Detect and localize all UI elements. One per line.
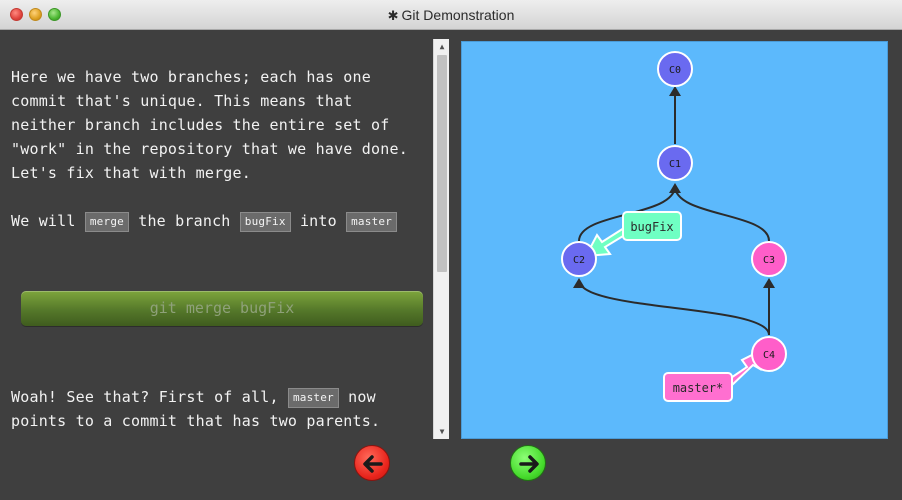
window-titlebar: ✱ Git Demonstration (0, 0, 902, 30)
master-label-text: master* (673, 381, 724, 395)
commit-c1[interactable]: C1 (657, 145, 693, 181)
arrowhead-c2 (573, 278, 585, 288)
instruction-text: We will (11, 212, 76, 230)
commit-c0-label: C0 (669, 65, 681, 76)
instructions-scrollbar[interactable]: ▲ ▼ (433, 39, 449, 439)
instruction-paragraph-1: Here we have two branches; each has one … (11, 68, 408, 182)
commit-c2[interactable]: C2 (561, 241, 597, 277)
instruction-text: into (299, 212, 337, 230)
commit-c3-label: C3 (763, 255, 775, 266)
commit-graph: bugFix master* C0 C1 C2 C3 C4 (561, 51, 787, 402)
back-button[interactable] (354, 445, 390, 481)
forward-button[interactable] (510, 445, 546, 481)
edge-c4-c2 (578, 279, 770, 336)
scroll-down-arrow[interactable]: ▼ (434, 424, 450, 439)
code-snippet-master: master (287, 387, 339, 408)
code-snippet-merge: merge (84, 211, 129, 232)
run-command-button[interactable]: git merge bugFix (21, 291, 423, 326)
edge-c3-c1 (674, 185, 770, 242)
code-snippet-master: master (346, 211, 398, 232)
arrowhead-c1 (669, 183, 681, 193)
code-snippet-bugfix: bugFix (239, 211, 291, 232)
arrow-right-icon (519, 455, 539, 473)
arrowhead-c3 (763, 278, 775, 288)
commit-c4[interactable]: C4 (751, 336, 787, 372)
git-visualization-panel: bugFix master* C0 C1 C2 C3 C4 (461, 41, 888, 439)
window-title-text: Git Demonstration (401, 7, 515, 23)
gear-icon: ✱ (387, 8, 399, 23)
commit-c1-label: C1 (669, 159, 681, 170)
instruction-paragraph-3: Woah! See that? First of all, master now… (11, 385, 426, 433)
scroll-thumb[interactable] (437, 55, 447, 272)
instructions-pane: Here we have two branches; each has one … (0, 31, 432, 440)
arrow-left-icon (363, 455, 383, 473)
commit-c0[interactable]: C0 (657, 51, 693, 87)
window-title: ✱ Git Demonstration (0, 7, 902, 24)
branch-label-bugfix[interactable]: bugFix (622, 211, 682, 241)
commit-c3[interactable]: C3 (751, 241, 787, 277)
commit-c2-label: C2 (573, 255, 585, 266)
instruction-paragraph-2: We will merge the branch bugFix into mas… (11, 209, 426, 233)
instruction-text: Woah! See that? First of all, (11, 388, 279, 406)
arrowhead-c0 (669, 86, 681, 96)
bugfix-label-text: bugFix (630, 220, 673, 234)
branch-label-master[interactable]: master* (663, 372, 733, 402)
instruction-text: the branch (138, 212, 231, 230)
commit-c4-label: C4 (763, 350, 775, 361)
scroll-up-arrow[interactable]: ▲ (434, 39, 450, 54)
